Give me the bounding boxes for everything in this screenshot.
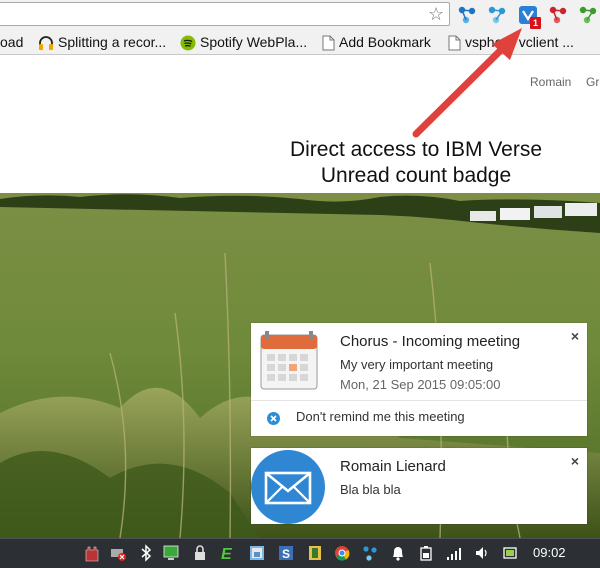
bookmark-item[interactable]: vsphere vclient ... — [448, 33, 574, 51]
action-center-icon[interactable] — [502, 544, 518, 562]
bookmarks-bar: oad Splitting a recor... Spotify WebPla.… — [0, 30, 600, 55]
monitor-green-icon[interactable] — [163, 544, 179, 562]
sametime-extension-icon[interactable] — [487, 5, 507, 25]
notification-bell-icon[interactable] — [390, 544, 406, 562]
unread-count-badge: 1 — [530, 17, 541, 29]
lock-icon[interactable] — [192, 544, 208, 562]
red-network-extension-icon[interactable] — [548, 5, 568, 25]
callout-line-1: Direct access to IBM Verse — [289, 138, 543, 161]
groups-link[interactable]: Gr — [586, 75, 599, 89]
s-app-icon[interactable]: S — [278, 544, 294, 562]
chrome-icon[interactable] — [334, 544, 350, 562]
bookmark-star-icon[interactable]: ☆ — [428, 5, 444, 23]
calendar-icon — [260, 331, 318, 390]
taskbar-clock[interactable]: 09:02 — [533, 545, 566, 560]
bluetooth-icon[interactable] — [138, 544, 154, 562]
dont-remind-label: Don't remind me this meeting — [296, 409, 465, 424]
svg-text:S: S — [282, 547, 290, 561]
bookmark-item[interactable]: Spotify WebPla... — [180, 33, 307, 51]
meeting-notification[interactable]: Chorus - Incoming meeting My very import… — [251, 323, 587, 436]
image-app-icon[interactable] — [249, 544, 265, 562]
annotation-callout: Direct access to IBM Verse Unread count … — [258, 137, 574, 189]
page-icon — [322, 35, 335, 51]
close-icon[interactable]: × — [571, 329, 579, 343]
signal-strength-icon[interactable] — [446, 544, 462, 562]
bookmark-item[interactable]: Splitting a recor... — [38, 33, 166, 51]
mail-sender: Romain Lienard — [340, 458, 446, 475]
callout-line-2: Unread count badge — [320, 164, 512, 187]
connections-extension-icon[interactable] — [457, 5, 477, 25]
mail-body: Bla bla bla — [340, 482, 401, 497]
dismiss-circle-icon — [267, 412, 280, 425]
page-icon — [448, 35, 461, 51]
meeting-time: Mon, 21 Sep 2015 09:05:00 — [340, 377, 501, 392]
headphones-icon — [39, 36, 53, 51]
mail-envelope-icon — [251, 450, 325, 524]
spotify-icon — [180, 35, 196, 51]
svg-text:E: E — [221, 546, 233, 562]
castle-icon[interactable] — [84, 544, 100, 562]
close-icon[interactable]: × — [571, 454, 579, 468]
notification-title: Chorus - Incoming meeting — [340, 333, 521, 350]
dont-remind-button[interactable]: Don't remind me this meeting — [251, 400, 587, 436]
mail-notification[interactable]: Romain Lienard Bla bla bla × — [251, 448, 587, 524]
green-network-extension-icon[interactable] — [578, 5, 598, 25]
connections-tray-icon[interactable] — [362, 544, 378, 562]
flag-app-icon[interactable] — [307, 544, 323, 562]
address-bar[interactable] — [0, 2, 450, 26]
volume-icon[interactable] — [474, 544, 490, 562]
bookmark-item[interactable]: Add Bookmark — [322, 33, 431, 51]
network-disconnected-icon[interactable] — [110, 544, 126, 562]
bookmark-item[interactable]: oad — [0, 33, 23, 51]
user-name-link[interactable]: Romain — [530, 75, 571, 89]
battery-plug-icon[interactable] — [418, 544, 434, 562]
toolbar: ☆ 1 — [0, 0, 600, 30]
meeting-subject: My very important meeting — [340, 357, 494, 372]
evernote-e-icon[interactable]: E — [220, 544, 236, 562]
windows-taskbar: E S 09:02 — [0, 538, 600, 568]
